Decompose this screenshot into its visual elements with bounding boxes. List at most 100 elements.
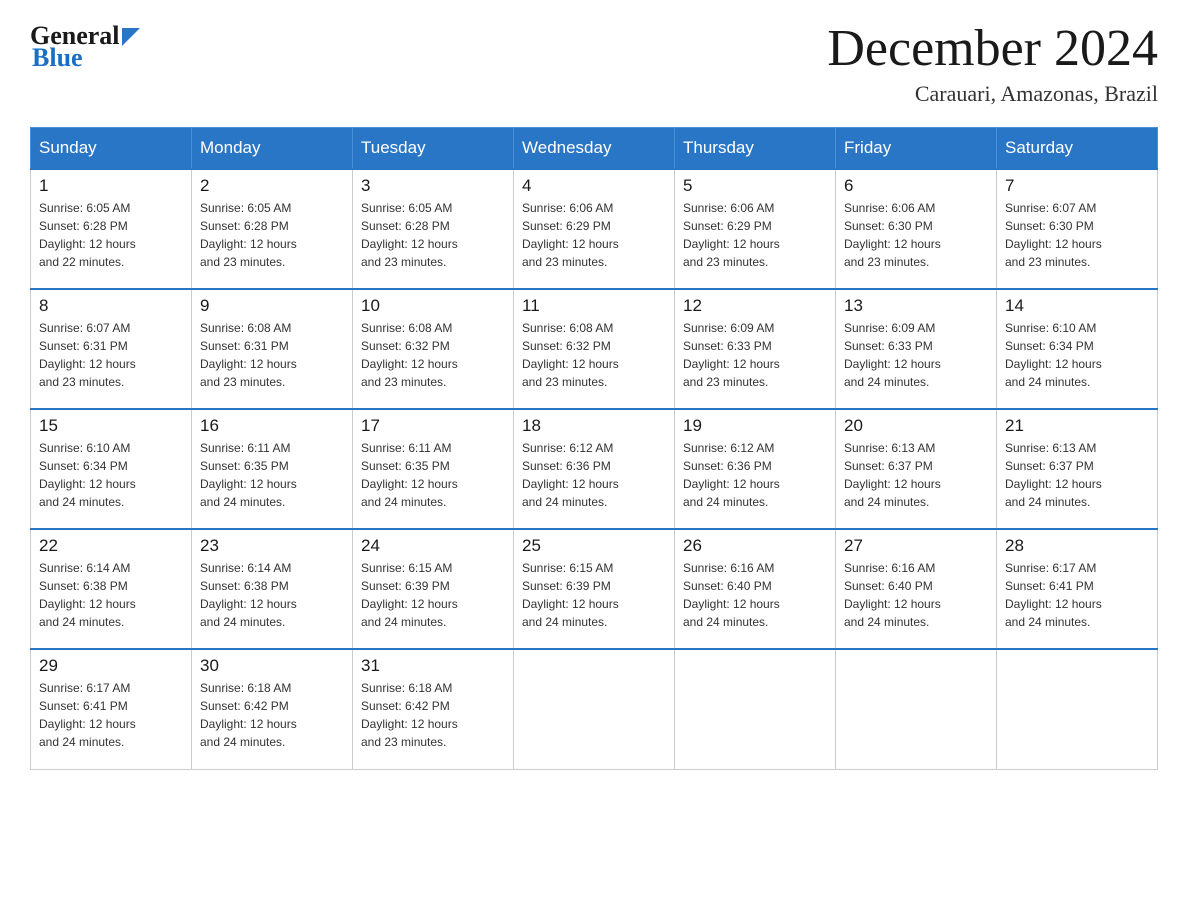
table-row: 12 Sunrise: 6:09 AMSunset: 6:33 PMDaylig… xyxy=(675,289,836,409)
day-info: Sunrise: 6:05 AMSunset: 6:28 PMDaylight:… xyxy=(361,199,505,271)
day-info: Sunrise: 6:08 AMSunset: 6:32 PMDaylight:… xyxy=(522,319,666,391)
table-row xyxy=(997,649,1158,769)
table-row: 28 Sunrise: 6:17 AMSunset: 6:41 PMDaylig… xyxy=(997,529,1158,649)
table-row: 21 Sunrise: 6:13 AMSunset: 6:37 PMDaylig… xyxy=(997,409,1158,529)
day-number: 25 xyxy=(522,536,666,556)
day-info: Sunrise: 6:06 AMSunset: 6:29 PMDaylight:… xyxy=(683,199,827,271)
header-saturday: Saturday xyxy=(997,128,1158,170)
logo-triangle-icon xyxy=(122,28,140,46)
table-row: 14 Sunrise: 6:10 AMSunset: 6:34 PMDaylig… xyxy=(997,289,1158,409)
day-info: Sunrise: 6:10 AMSunset: 6:34 PMDaylight:… xyxy=(39,439,183,511)
day-number: 31 xyxy=(361,656,505,676)
table-row: 1 Sunrise: 6:05 AMSunset: 6:28 PMDayligh… xyxy=(31,169,192,289)
table-row: 26 Sunrise: 6:16 AMSunset: 6:40 PMDaylig… xyxy=(675,529,836,649)
table-row: 18 Sunrise: 6:12 AMSunset: 6:36 PMDaylig… xyxy=(514,409,675,529)
day-number: 5 xyxy=(683,176,827,196)
day-info: Sunrise: 6:09 AMSunset: 6:33 PMDaylight:… xyxy=(844,319,988,391)
table-row: 8 Sunrise: 6:07 AMSunset: 6:31 PMDayligh… xyxy=(31,289,192,409)
day-number: 24 xyxy=(361,536,505,556)
day-info: Sunrise: 6:14 AMSunset: 6:38 PMDaylight:… xyxy=(39,559,183,631)
table-row: 22 Sunrise: 6:14 AMSunset: 6:38 PMDaylig… xyxy=(31,529,192,649)
day-number: 18 xyxy=(522,416,666,436)
page-header: General Blue December 2024 Carauari, Ama… xyxy=(30,20,1158,107)
table-row: 17 Sunrise: 6:11 AMSunset: 6:35 PMDaylig… xyxy=(353,409,514,529)
table-row: 20 Sunrise: 6:13 AMSunset: 6:37 PMDaylig… xyxy=(836,409,997,529)
day-info: Sunrise: 6:16 AMSunset: 6:40 PMDaylight:… xyxy=(683,559,827,631)
day-info: Sunrise: 6:15 AMSunset: 6:39 PMDaylight:… xyxy=(361,559,505,631)
day-number: 11 xyxy=(522,296,666,316)
day-number: 19 xyxy=(683,416,827,436)
header-tuesday: Tuesday xyxy=(353,128,514,170)
day-info: Sunrise: 6:05 AMSunset: 6:28 PMDaylight:… xyxy=(200,199,344,271)
day-info: Sunrise: 6:12 AMSunset: 6:36 PMDaylight:… xyxy=(522,439,666,511)
title-section: December 2024 Carauari, Amazonas, Brazil xyxy=(827,20,1158,107)
table-row: 6 Sunrise: 6:06 AMSunset: 6:30 PMDayligh… xyxy=(836,169,997,289)
day-info: Sunrise: 6:13 AMSunset: 6:37 PMDaylight:… xyxy=(844,439,988,511)
table-row: 24 Sunrise: 6:15 AMSunset: 6:39 PMDaylig… xyxy=(353,529,514,649)
table-row: 3 Sunrise: 6:05 AMSunset: 6:28 PMDayligh… xyxy=(353,169,514,289)
day-info: Sunrise: 6:09 AMSunset: 6:33 PMDaylight:… xyxy=(683,319,827,391)
calendar-week-row: 1 Sunrise: 6:05 AMSunset: 6:28 PMDayligh… xyxy=(31,169,1158,289)
day-number: 14 xyxy=(1005,296,1149,316)
day-number: 10 xyxy=(361,296,505,316)
day-number: 26 xyxy=(683,536,827,556)
day-number: 13 xyxy=(844,296,988,316)
table-row: 25 Sunrise: 6:15 AMSunset: 6:39 PMDaylig… xyxy=(514,529,675,649)
calendar-table: Sunday Monday Tuesday Wednesday Thursday… xyxy=(30,127,1158,770)
table-row: 2 Sunrise: 6:05 AMSunset: 6:28 PMDayligh… xyxy=(192,169,353,289)
day-info: Sunrise: 6:18 AMSunset: 6:42 PMDaylight:… xyxy=(361,679,505,751)
day-info: Sunrise: 6:13 AMSunset: 6:37 PMDaylight:… xyxy=(1005,439,1149,511)
header-sunday: Sunday xyxy=(31,128,192,170)
day-number: 6 xyxy=(844,176,988,196)
day-number: 17 xyxy=(361,416,505,436)
day-info: Sunrise: 6:17 AMSunset: 6:41 PMDaylight:… xyxy=(1005,559,1149,631)
table-row: 27 Sunrise: 6:16 AMSunset: 6:40 PMDaylig… xyxy=(836,529,997,649)
header-friday: Friday xyxy=(836,128,997,170)
day-info: Sunrise: 6:14 AMSunset: 6:38 PMDaylight:… xyxy=(200,559,344,631)
day-info: Sunrise: 6:11 AMSunset: 6:35 PMDaylight:… xyxy=(361,439,505,511)
header-monday: Monday xyxy=(192,128,353,170)
day-info: Sunrise: 6:12 AMSunset: 6:36 PMDaylight:… xyxy=(683,439,827,511)
day-number: 1 xyxy=(39,176,183,196)
calendar-week-row: 8 Sunrise: 6:07 AMSunset: 6:31 PMDayligh… xyxy=(31,289,1158,409)
table-row: 7 Sunrise: 6:07 AMSunset: 6:30 PMDayligh… xyxy=(997,169,1158,289)
calendar-week-row: 22 Sunrise: 6:14 AMSunset: 6:38 PMDaylig… xyxy=(31,529,1158,649)
day-number: 3 xyxy=(361,176,505,196)
day-number: 7 xyxy=(1005,176,1149,196)
table-row: 31 Sunrise: 6:18 AMSunset: 6:42 PMDaylig… xyxy=(353,649,514,769)
table-row: 10 Sunrise: 6:08 AMSunset: 6:32 PMDaylig… xyxy=(353,289,514,409)
table-row: 30 Sunrise: 6:18 AMSunset: 6:42 PMDaylig… xyxy=(192,649,353,769)
day-number: 20 xyxy=(844,416,988,436)
day-info: Sunrise: 6:05 AMSunset: 6:28 PMDaylight:… xyxy=(39,199,183,271)
month-title: December 2024 xyxy=(827,20,1158,77)
table-row: 5 Sunrise: 6:06 AMSunset: 6:29 PMDayligh… xyxy=(675,169,836,289)
day-info: Sunrise: 6:07 AMSunset: 6:31 PMDaylight:… xyxy=(39,319,183,391)
day-number: 22 xyxy=(39,536,183,556)
day-number: 9 xyxy=(200,296,344,316)
table-row: 11 Sunrise: 6:08 AMSunset: 6:32 PMDaylig… xyxy=(514,289,675,409)
location-subtitle: Carauari, Amazonas, Brazil xyxy=(827,81,1158,107)
day-number: 27 xyxy=(844,536,988,556)
table-row: 29 Sunrise: 6:17 AMSunset: 6:41 PMDaylig… xyxy=(31,649,192,769)
table-row: 4 Sunrise: 6:06 AMSunset: 6:29 PMDayligh… xyxy=(514,169,675,289)
day-number: 16 xyxy=(200,416,344,436)
day-info: Sunrise: 6:17 AMSunset: 6:41 PMDaylight:… xyxy=(39,679,183,751)
day-info: Sunrise: 6:10 AMSunset: 6:34 PMDaylight:… xyxy=(1005,319,1149,391)
day-info: Sunrise: 6:08 AMSunset: 6:31 PMDaylight:… xyxy=(200,319,344,391)
day-info: Sunrise: 6:08 AMSunset: 6:32 PMDaylight:… xyxy=(361,319,505,391)
day-number: 8 xyxy=(39,296,183,316)
day-info: Sunrise: 6:18 AMSunset: 6:42 PMDaylight:… xyxy=(200,679,344,751)
table-row: 13 Sunrise: 6:09 AMSunset: 6:33 PMDaylig… xyxy=(836,289,997,409)
header-thursday: Thursday xyxy=(675,128,836,170)
table-row: 19 Sunrise: 6:12 AMSunset: 6:36 PMDaylig… xyxy=(675,409,836,529)
calendar-week-row: 15 Sunrise: 6:10 AMSunset: 6:34 PMDaylig… xyxy=(31,409,1158,529)
day-number: 15 xyxy=(39,416,183,436)
table-row xyxy=(836,649,997,769)
table-row: 16 Sunrise: 6:11 AMSunset: 6:35 PMDaylig… xyxy=(192,409,353,529)
day-number: 21 xyxy=(1005,416,1149,436)
logo: General Blue xyxy=(30,20,140,73)
logo-blue-text: Blue xyxy=(32,43,83,73)
day-info: Sunrise: 6:15 AMSunset: 6:39 PMDaylight:… xyxy=(522,559,666,631)
day-number: 4 xyxy=(522,176,666,196)
day-info: Sunrise: 6:06 AMSunset: 6:30 PMDaylight:… xyxy=(844,199,988,271)
